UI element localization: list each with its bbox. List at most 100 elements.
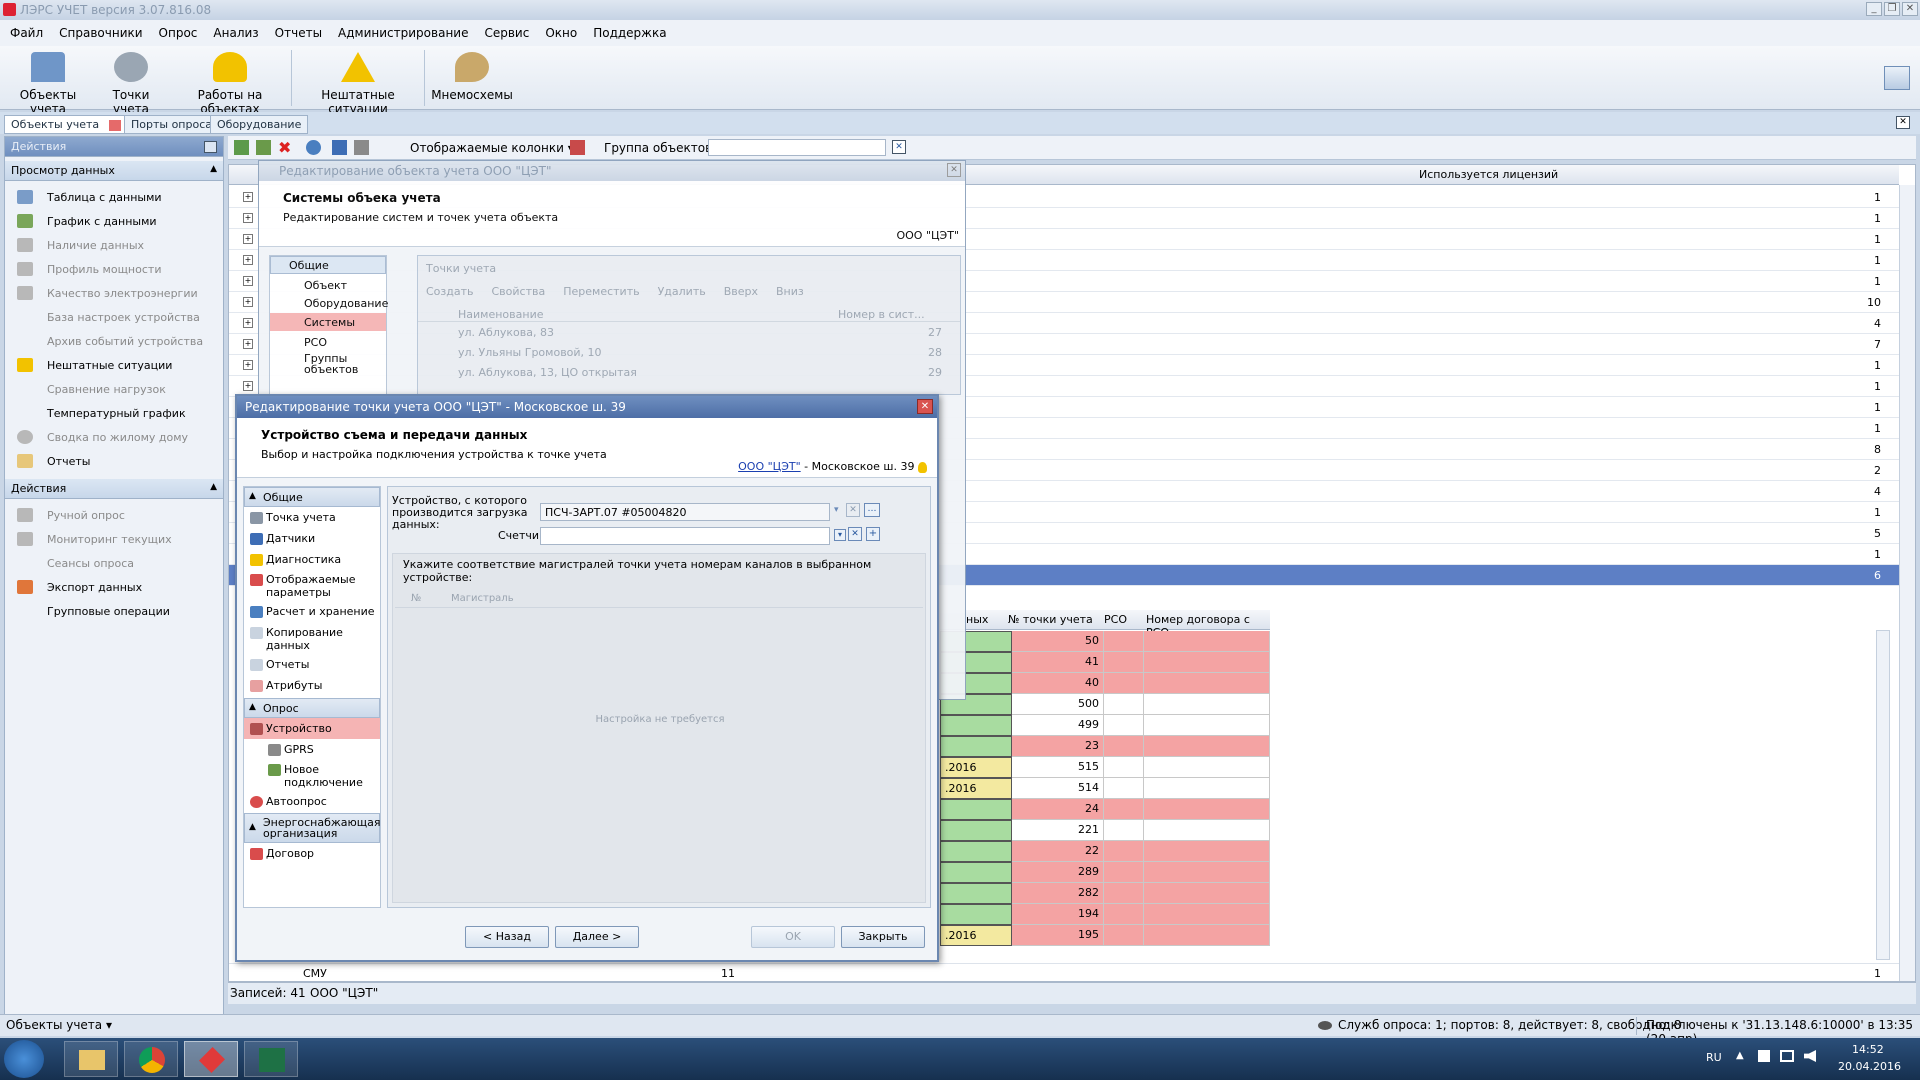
actions-section[interactable]: Действия ▲ — [5, 479, 223, 499]
action-reports[interactable]: Отчеты — [5, 449, 223, 473]
action-temp-chart[interactable]: Температурный график — [5, 401, 223, 425]
lower-grid-row[interactable]: 289 — [940, 862, 1270, 883]
up-button[interactable]: Вверх — [724, 285, 758, 298]
menu-analysis[interactable]: Анализ — [213, 26, 258, 46]
lower-grid-row[interactable]: 22 — [940, 841, 1270, 862]
col-no-header[interactable]: № — [411, 593, 421, 604]
dialog-close-button[interactable]: ✕ — [917, 399, 933, 414]
menu-reports[interactable]: Отчеты — [275, 26, 322, 46]
lower-grid-row[interactable]: 282 — [940, 883, 1270, 904]
tab-equipment[interactable]: Оборудование — [210, 115, 309, 134]
clock-time[interactable]: 14:52 — [1852, 1043, 1884, 1056]
columns-dropdown[interactable]: Отображаемые колонки ▾ — [410, 141, 574, 155]
action-data-chart[interactable]: График с данными — [5, 209, 223, 233]
tree-item-gprs[interactable]: GPRS — [244, 739, 380, 760]
view-data-section[interactable]: Просмотр данных ▲ — [5, 161, 223, 181]
device-dropdown-icon[interactable]: ▾ — [834, 505, 839, 515]
tree-group-general[interactable]: Общие — [270, 256, 386, 274]
lower-grid-row[interactable]: .2016 514 — [940, 778, 1270, 799]
chrome-taskbar-icon[interactable] — [124, 1041, 178, 1077]
works-button[interactable]: Работы на объектах — [172, 52, 288, 116]
lower-grid-row[interactable]: 41 — [940, 652, 1270, 673]
start-button[interactable] — [4, 1040, 44, 1078]
tree-item-point[interactable]: Точка учета — [244, 507, 380, 528]
meter-select[interactable] — [540, 527, 830, 545]
tree-item-params[interactable]: Отображаемые параметры — [244, 570, 380, 602]
action-emergency[interactable]: Нештатные ситуации — [5, 353, 223, 377]
lower-grid-scrollbar[interactable] — [1876, 630, 1890, 960]
tree-item-systems[interactable]: Системы — [270, 313, 386, 331]
flag-icon[interactable] — [1758, 1050, 1770, 1062]
tree-item-contract[interactable]: Договор — [244, 843, 380, 864]
device-clear-icon[interactable]: ✕ — [846, 503, 860, 517]
pin-icon[interactable] — [204, 141, 217, 153]
ok-button[interactable]: OK — [751, 926, 835, 948]
action-group-ops[interactable]: Групповые операции — [5, 599, 223, 623]
add-icon[interactable] — [234, 140, 249, 155]
action-device-events[interactable]: Архив событий устройства — [5, 329, 223, 353]
lower-grid-row[interactable]: 499 — [940, 715, 1270, 736]
tree-item-autopoll[interactable]: Автоопрос — [244, 792, 380, 813]
device-select[interactable]: ПСЧ-3АРТ.07 #05004820 — [540, 503, 830, 521]
device-browse-button[interactable]: … — [864, 503, 880, 517]
grid-vertical-scrollbar[interactable] — [1899, 185, 1915, 981]
minimize-button[interactable]: _ — [1866, 2, 1882, 16]
close-tab-icon[interactable] — [108, 119, 121, 131]
menu-poll[interactable]: Опрос — [159, 26, 198, 46]
col-name-header[interactable]: Наименование — [458, 308, 543, 321]
expand-icon[interactable]: + — [243, 318, 253, 328]
expand-icon[interactable]: + — [243, 339, 253, 349]
meter-clear-icon[interactable]: ✕ — [848, 527, 862, 541]
tab-ports[interactable]: Порты опроса — [124, 115, 219, 134]
properties-button[interactable]: Свойства — [492, 285, 546, 298]
lower-grid-row[interactable]: 500 — [940, 694, 1270, 715]
tree-item-copy[interactable]: Копирование данных — [244, 623, 380, 655]
action-device-settings[interactable]: База настроек устройства — [5, 305, 223, 329]
filter-icon[interactable] — [570, 140, 585, 155]
edit-icon[interactable] — [256, 140, 271, 155]
tree-item-device[interactable]: Устройство — [244, 718, 380, 739]
tree-item-attributes[interactable]: Атрибуты — [244, 676, 380, 698]
menu-window[interactable]: Окно — [545, 26, 577, 46]
action-power-profile[interactable]: Профиль мощности — [5, 257, 223, 281]
action-manual-poll[interactable]: Ручной опрос — [5, 503, 223, 527]
close-icon[interactable]: ✕ — [947, 163, 961, 177]
refresh-icon[interactable] — [306, 140, 321, 155]
collapse-icon[interactable]: ▲ — [210, 482, 217, 492]
tree-group-poll[interactable]: ▲ Опрос — [244, 698, 380, 718]
col-main-header[interactable]: Магистраль — [451, 593, 514, 604]
lower-grid-row[interactable]: 24 — [940, 799, 1270, 820]
meter-add-button[interactable]: + — [866, 527, 880, 541]
language-indicator[interactable]: RU — [1706, 1051, 1722, 1064]
print-icon[interactable] — [354, 140, 369, 155]
close-button[interactable]: Закрыть — [841, 926, 925, 948]
tree-item-diagnostics[interactable]: Диагностика — [244, 549, 380, 570]
action-export[interactable]: Экспорт данных — [5, 575, 223, 599]
tab-objects[interactable]: Объекты учета — [4, 115, 128, 134]
lower-grid-row[interactable]: .2016 515 — [940, 757, 1270, 778]
back-button[interactable]: < Назад — [465, 926, 549, 948]
close-window-button[interactable]: ✕ — [1902, 2, 1918, 16]
network-icon[interactable] — [1780, 1050, 1794, 1062]
next-button[interactable]: Далее > — [555, 926, 639, 948]
lower-grid-row[interactable]: 194 — [940, 904, 1270, 925]
menu-service[interactable]: Сервис — [484, 26, 529, 46]
clock-date[interactable]: 20.04.2016 — [1838, 1060, 1901, 1073]
lers-taskbar-icon[interactable] — [184, 1041, 238, 1077]
action-load-compare[interactable]: Сравнение нагрузок — [5, 377, 223, 401]
delete-button[interactable]: Удалить — [658, 285, 706, 298]
action-power-quality[interactable]: Качество электроэнергии — [5, 281, 223, 305]
layout-icon[interactable] — [1884, 66, 1910, 90]
meter-dropdown-icon[interactable]: ▾ — [834, 529, 846, 541]
expand-icon[interactable]: + — [243, 381, 253, 391]
volume-icon[interactable] — [1804, 1050, 1816, 1062]
action-data-availability[interactable]: Наличие данных — [5, 233, 223, 257]
tray-arrow-icon[interactable]: ▲ — [1736, 1050, 1744, 1061]
menu-support[interactable]: Поддержка — [593, 26, 666, 46]
expand-icon[interactable]: + — [243, 234, 253, 244]
tree-item-new-connection[interactable]: Новое подключение — [244, 760, 380, 792]
expand-icon[interactable]: + — [243, 276, 253, 286]
tree-item-equipment[interactable]: Оборудование — [270, 292, 388, 310]
save-icon[interactable] — [332, 140, 347, 155]
menu-directories[interactable]: Справочники — [59, 26, 142, 46]
